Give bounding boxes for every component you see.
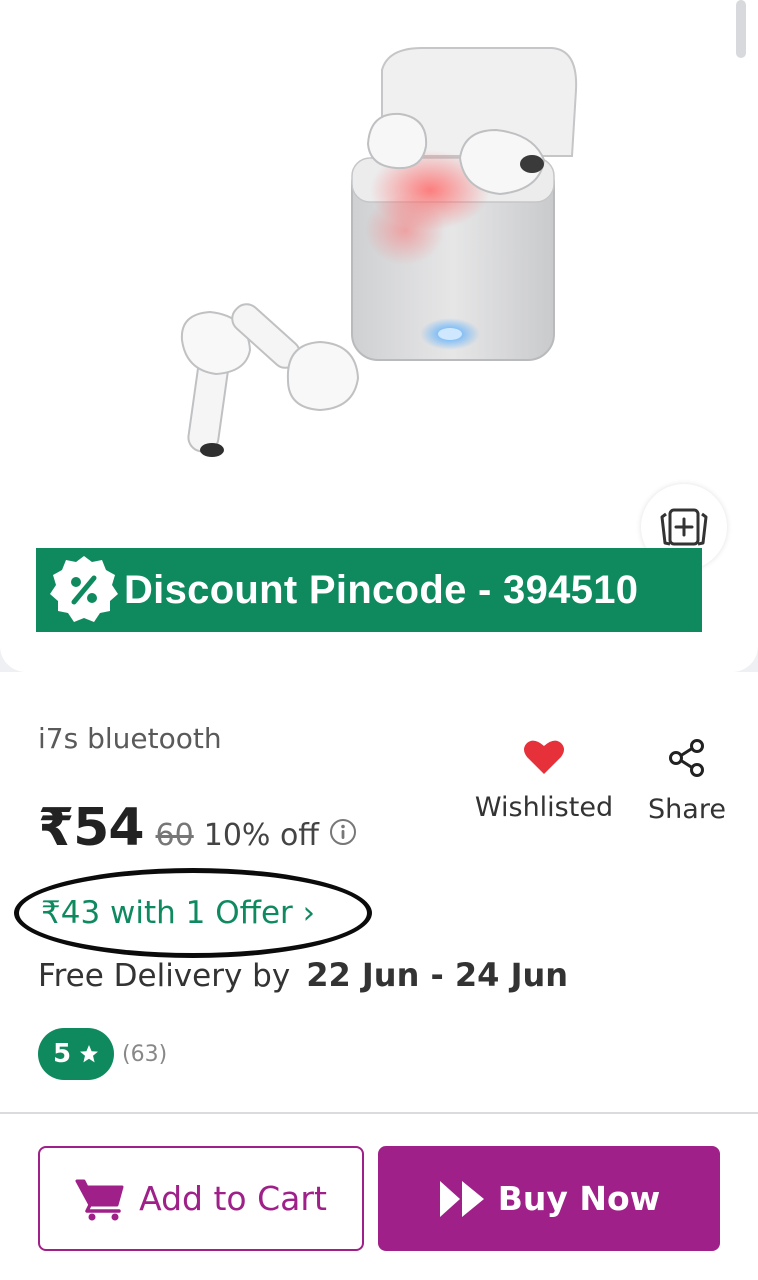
discount-percent: 10% off xyxy=(203,818,319,853)
wishlist-label: Wishlisted xyxy=(474,792,614,823)
product-image[interactable] xyxy=(160,40,600,470)
product-image-card: Discount Pincode - 394510 xyxy=(0,0,758,672)
discount-pincode-banner: Discount Pincode - 394510 xyxy=(36,548,702,632)
scrollbar[interactable] xyxy=(736,0,746,58)
buy-now-button[interactable]: Buy Now xyxy=(378,1146,720,1251)
delivery-label: Free Delivery by xyxy=(38,958,291,994)
percent-badge-icon xyxy=(50,556,118,622)
heart-icon xyxy=(524,740,564,774)
delivery-dates: 22 Jun - 24 Jun xyxy=(306,956,569,994)
compare-icon xyxy=(660,508,708,546)
rating-badge: 5 xyxy=(38,1028,114,1080)
share-label: Share xyxy=(648,794,726,825)
rating-count: (63) xyxy=(122,1041,168,1067)
product-name: i7s bluetooth xyxy=(38,722,222,755)
share-icon xyxy=(669,739,704,777)
original-price: 60 xyxy=(155,818,194,853)
star-icon xyxy=(80,1045,99,1063)
fast-forward-icon xyxy=(439,1180,484,1217)
add-to-cart-label: Add to Cart xyxy=(139,1179,327,1218)
info-icon[interactable] xyxy=(329,818,357,846)
buy-now-label: Buy Now xyxy=(497,1179,661,1218)
offer-link[interactable]: ₹43 with 1 Offer › xyxy=(14,868,372,958)
current-price: ₹54 xyxy=(38,798,145,858)
wishlist-button[interactable]: Wishlisted xyxy=(470,738,618,834)
offer-text: ₹43 with 1 Offer › xyxy=(41,895,316,931)
bottom-action-bar: Add to Cart Buy Now xyxy=(0,1114,758,1280)
cart-icon xyxy=(75,1179,124,1220)
add-to-cart-button[interactable]: Add to Cart xyxy=(38,1146,364,1251)
discount-pincode-text: Discount Pincode - 394510 xyxy=(124,567,639,612)
share-button[interactable]: Share xyxy=(644,738,730,834)
product-details: i7s bluetooth ₹54 60 10% off Wishlisted … xyxy=(0,672,758,1114)
rating-row[interactable]: 5 (63) xyxy=(38,1028,167,1080)
delivery-info: Free Delivery by 22 Jun - 24 Jun xyxy=(38,956,568,994)
rating-value: 5 xyxy=(52,1039,72,1069)
price-row: ₹54 60 10% off xyxy=(38,798,357,858)
